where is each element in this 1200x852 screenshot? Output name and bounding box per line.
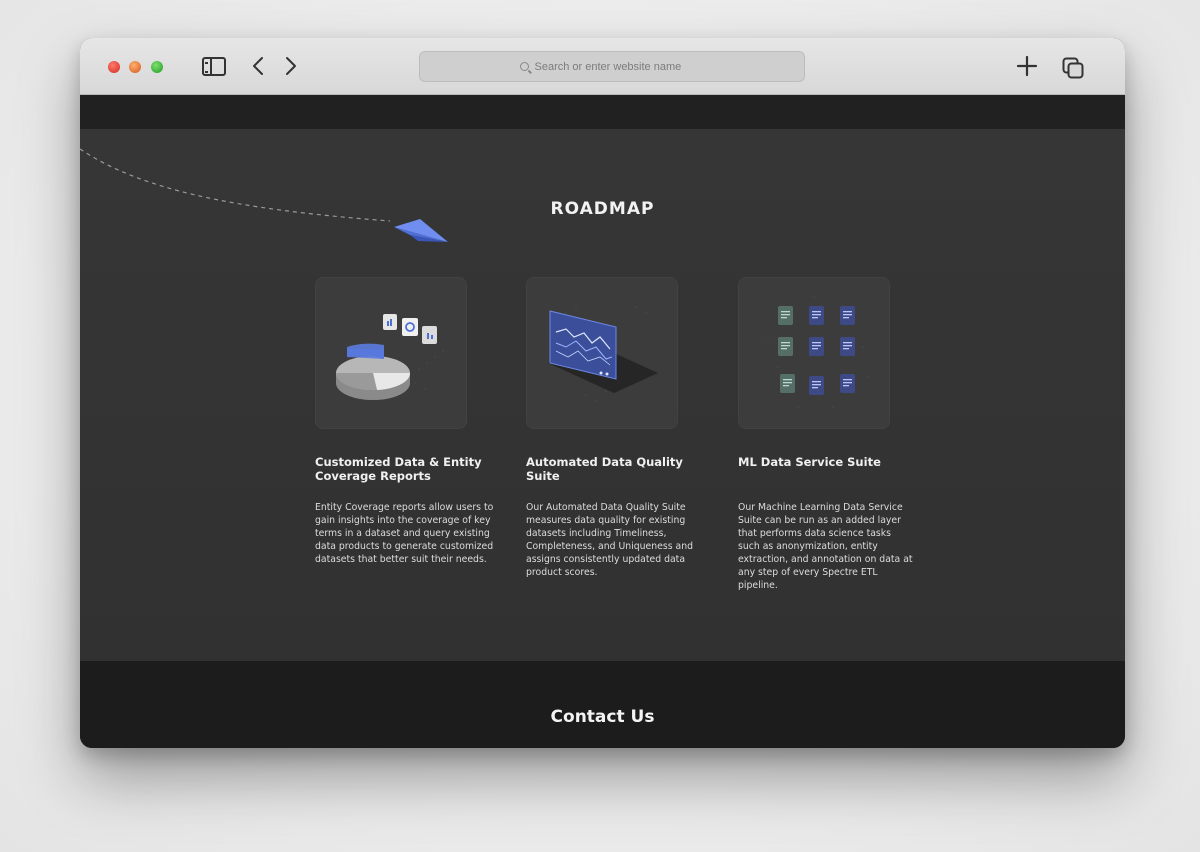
address-input[interactable] <box>534 60 705 73</box>
forward-icon[interactable] <box>284 56 298 76</box>
section-title: ROADMAP <box>550 199 655 219</box>
search-icon <box>519 62 529 71</box>
ml-documents-illustration <box>738 277 890 429</box>
address-bar[interactable] <box>419 51 805 82</box>
card-title: Automated Data Quality Suite <box>526 455 683 483</box>
minimize-window-button[interactable] <box>129 61 141 73</box>
data-quality-screen-illustration <box>526 277 678 429</box>
sidebar-toggle-icon[interactable] <box>202 57 226 76</box>
contact-section: Contact Us <box>80 661 1125 748</box>
new-tab-icon[interactable] <box>1016 55 1038 77</box>
browser-toolbar <box>80 38 1125 95</box>
back-icon[interactable] <box>251 56 265 76</box>
card-description: Entity Coverage reports allow users to g… <box>315 502 494 565</box>
card-title: ML Data Service Suite <box>738 455 881 469</box>
roadmap-card: ML Data Service Suite Our Machine Learni… <box>738 277 923 592</box>
site-header-band <box>80 95 1125 129</box>
zoom-window-button[interactable] <box>151 61 163 73</box>
pie-chart-illustration <box>315 277 467 429</box>
browser-window: ROADMAP <box>80 38 1125 748</box>
card-title: Customized Data & Entity Coverage Report… <box>315 455 482 483</box>
paper-plane-icon <box>394 219 448 242</box>
card-description: Our Automated Data Quality Suite measure… <box>526 502 693 578</box>
tab-overview-icon[interactable] <box>1062 57 1084 79</box>
close-window-button[interactable] <box>108 61 120 73</box>
roadmap-card: Automated Data Quality Suite Our Automat… <box>526 277 711 579</box>
contact-us-heading: Contact Us <box>550 707 655 727</box>
paper-plane-illustration <box>80 148 448 242</box>
card-description: Our Machine Learning Data Service Suite … <box>738 502 913 591</box>
roadmap-card: Customized Data & Entity Coverage Report… <box>315 277 500 566</box>
roadmap-section: ROADMAP Customized Data & Entity Coverag… <box>80 129 1125 661</box>
